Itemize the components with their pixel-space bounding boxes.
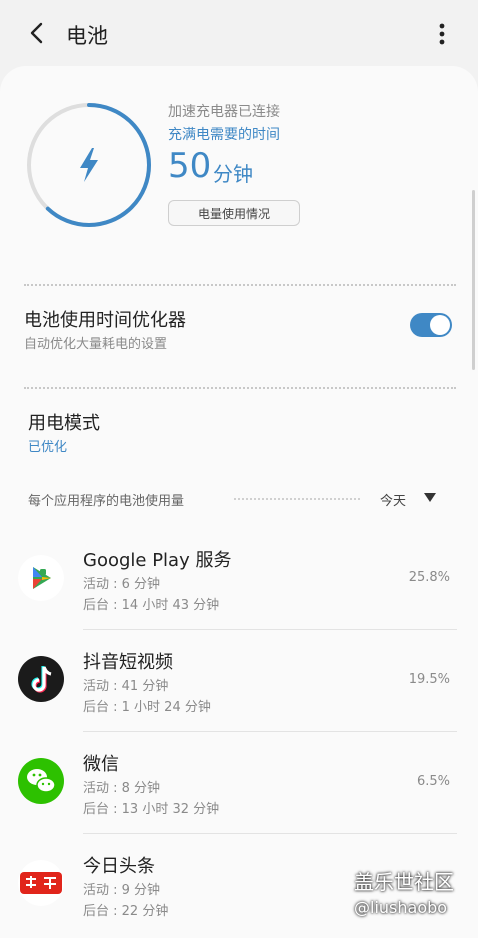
app-name: 微信	[83, 754, 119, 775]
time-to-full-value: 50	[168, 146, 212, 186]
dropdown-arrow-icon	[424, 493, 436, 502]
divider	[24, 284, 456, 286]
app-active-time: 活动 : 6 分钟	[83, 577, 161, 592]
app-usage-percent: 19.5%	[408, 672, 450, 687]
toggle-knob	[430, 315, 450, 335]
scrollbar[interactable]	[472, 190, 475, 370]
optimizer-toggle[interactable]	[410, 313, 452, 337]
app-active-time: 活动 : 41 分钟	[83, 679, 169, 694]
app-name: 抖音短视频	[83, 652, 173, 673]
app-name: Google Play 服务	[83, 550, 232, 571]
app-background-time: 后台 : 1 小时 24 分钟	[83, 700, 211, 715]
period-value: 今天	[380, 494, 407, 509]
toutiao-icon	[18, 860, 64, 906]
back-arrow-icon[interactable]	[22, 18, 52, 48]
watermark-site: 盖乐世社区	[354, 870, 454, 894]
time-to-full-label: 充满电需要的时间	[168, 127, 280, 143]
app-row-wechat[interactable]: 微信 活动 : 8 分钟 后台 : 13 小时 32 分钟 6.5%	[0, 732, 478, 834]
divider	[24, 387, 456, 389]
app-active-time: 活动 : 8 分钟	[83, 781, 161, 796]
time-to-full-unit: 分钟	[213, 162, 253, 186]
power-mode-title: 用电模式	[28, 413, 100, 434]
google-play-services-icon	[18, 555, 64, 601]
app-name: 今日头条	[83, 856, 155, 877]
douyin-icon	[18, 656, 64, 702]
page-title: 电池	[66, 24, 108, 48]
battery-usage-button[interactable]: 电量使用情况	[168, 200, 300, 226]
app-background-time: 后台 : 22 分钟	[83, 904, 169, 919]
charger-status: 加速充电器已连接	[168, 104, 280, 120]
more-options-icon[interactable]	[430, 18, 454, 50]
app-background-time: 后台 : 14 小时 43 分钟	[83, 598, 220, 613]
app-row-google-play-services[interactable]: Google Play 服务 活动 : 6 分钟 后台 : 14 小时 43 分…	[0, 528, 478, 630]
app-usage-percent: 25.8%	[408, 570, 450, 585]
app-row-douyin[interactable]: 抖音短视频 活动 : 41 分钟 后台 : 1 小时 24 分钟 19.5%	[0, 630, 478, 732]
charging-bolt-icon	[80, 148, 98, 182]
optimizer-subtitle: 自动优化大量耗电的设置	[24, 337, 168, 352]
usage-section-title: 每个应用程序的电池使用量	[28, 494, 185, 509]
app-background-time: 后台 : 13 小时 32 分钟	[83, 802, 220, 817]
optimizer-title: 电池使用时间优化器	[24, 310, 186, 331]
app-active-time: 活动 : 9 分钟	[83, 883, 161, 898]
wechat-icon	[18, 758, 64, 804]
watermark-user: @liushaobo	[354, 898, 448, 917]
power-mode-value: 已优化	[28, 440, 68, 455]
app-usage-percent: 6.5%	[416, 774, 450, 789]
battery-ring	[27, 103, 151, 227]
top-bar: 电池	[0, 0, 478, 66]
section-divider	[234, 498, 360, 500]
